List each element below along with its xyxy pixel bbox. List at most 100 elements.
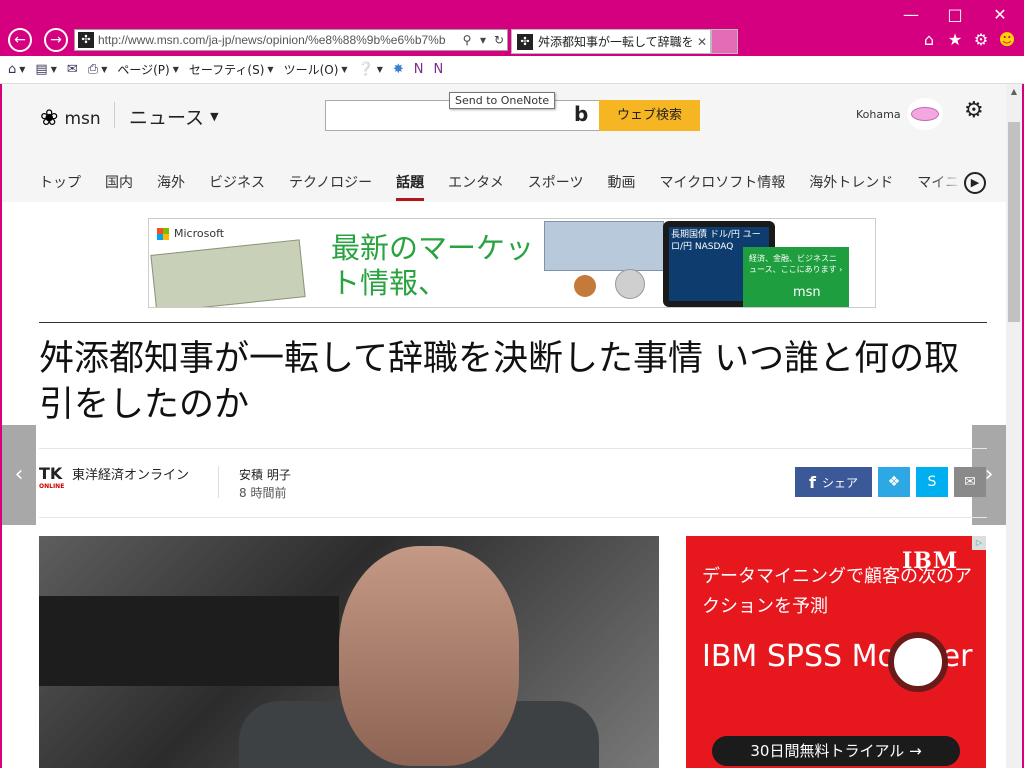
safety-menu-label: セーフティ(S) <box>188 63 265 77</box>
tab-domestic[interactable]: 国内 <box>105 172 133 192</box>
tab-favicon-icon: ✣ <box>517 33 533 50</box>
byline-bottom-rule <box>39 517 987 518</box>
microsoft-banner-ad[interactable]: Microsoft 最新のマーケット情報、 長期国債 ドル/円 ユーロ/円 NA… <box>148 218 876 308</box>
close-window-button[interactable]: ✕ <box>985 4 1015 26</box>
source-logo-sub: ONLINE <box>39 483 65 490</box>
dollar-bill-image <box>150 239 306 307</box>
onenote-linked-button[interactable]: N <box>434 62 444 77</box>
vertical-scrollbar[interactable]: ▲ <box>1006 84 1022 768</box>
tab-video[interactable]: 動画 <box>608 172 636 192</box>
coin-image <box>574 275 596 297</box>
headline-rule <box>39 322 987 323</box>
tab-microsoft-info[interactable]: マイクロソフト情報 <box>660 172 786 192</box>
chevron-down-icon: ▼ <box>341 65 348 74</box>
feedback-smiley-icon[interactable]: ☻ <box>998 30 1016 49</box>
tools-menu[interactable]: ツール(O) ▼ <box>284 61 348 78</box>
extension-icon: ✸ <box>392 62 404 77</box>
header-divider <box>114 102 115 128</box>
page-menu-label: ページ(P) <box>117 63 170 77</box>
close-tab-icon[interactable]: ✕ <box>694 35 710 49</box>
tab-top[interactable]: トップ <box>39 172 81 192</box>
page-menu[interactable]: ページ(P) ▼ <box>117 61 179 78</box>
article-photo[interactable] <box>39 536 659 768</box>
tab-world[interactable]: 海外 <box>157 172 185 192</box>
favorites-star-icon[interactable]: ★ <box>946 30 964 49</box>
banner-headline: 最新のマーケット情報、 <box>331 231 535 300</box>
tabs-fade <box>932 166 962 196</box>
source-logo-text: TK <box>39 464 63 483</box>
section-dropdown[interactable]: ニュース ▼ <box>129 103 219 130</box>
search-icon[interactable]: ⚲ <box>459 33 475 47</box>
maximize-button[interactable]: □ <box>940 4 970 26</box>
tab-topics[interactable]: 話題 <box>396 172 425 201</box>
twitter-icon: ❖ <box>887 474 901 490</box>
byline-top-rule <box>39 448 987 449</box>
browser-tab[interactable]: ✣ 舛添都知事が一転して辞職を... ✕ <box>511 29 711 54</box>
onenote-icon: N <box>413 62 424 77</box>
msn-logo[interactable]: ❀ msn <box>40 106 101 131</box>
tab-title: 舛添都知事が一転して辞職を... <box>538 35 694 49</box>
minimize-button[interactable]: — <box>896 4 926 26</box>
source-logo[interactable]: TK ONLINE <box>39 464 64 490</box>
command-bar: ⌂ ▼ ▤ ▼ ✉ ⎙ ▼ ページ(P) ▼ セーフティ(S) ▼ ツール(O) ▼ ❔ ▼ … <box>0 56 1024 84</box>
avatar[interactable] <box>907 98 943 130</box>
forward-arrow-icon: → <box>50 32 62 48</box>
web-search-button[interactable]: ウェブ検索 <box>599 100 700 131</box>
gear-icon[interactable]: ⚙ <box>964 98 984 123</box>
address-bar[interactable]: ✣ http://www.msn.com/ja-jp/news/opinion/… <box>74 29 508 51</box>
forward-button[interactable]: → <box>44 28 68 52</box>
tab-business[interactable]: ビジネス <box>209 172 265 192</box>
previous-article-button[interactable]: ‹ <box>2 425 36 525</box>
news-tabs: トップ 国内 海外 ビジネス テクノロジー 話題 エンタメ スポーツ 動画 マイ… <box>39 172 959 201</box>
free-trial-button[interactable]: 30日間無料トライアル → <box>712 736 960 766</box>
banner-green-text: 経済、金融、ビジネスニュース、ここにあります › <box>749 254 843 274</box>
new-tab-button[interactable] <box>711 29 738 54</box>
help-menu[interactable]: ❔ ▼ <box>358 62 383 77</box>
publish-time: 8 時間前 <box>239 486 287 500</box>
skype-share-button[interactable]: S <box>916 467 948 497</box>
home-menu[interactable]: ⌂ ▼ <box>8 62 25 77</box>
source-name[interactable]: 東洋経済オンライン <box>72 464 189 483</box>
home-icon: ⌂ <box>8 62 17 77</box>
mail-menu[interactable]: ✉ <box>67 62 78 77</box>
chevron-left-icon: ‹ <box>14 462 24 487</box>
msn-logo-text: msn <box>64 108 101 129</box>
share-label: シェア <box>821 475 858 490</box>
chevron-down-icon: ▼ <box>376 65 383 74</box>
settings-gear-icon[interactable]: ⚙ <box>972 30 990 49</box>
scrollbar-thumb[interactable] <box>1008 122 1020 322</box>
adchoices-icon[interactable]: ▷ <box>972 536 986 550</box>
chevron-right-icon: ▶ <box>970 176 980 189</box>
chevron-down-icon: ▼ <box>172 65 179 74</box>
user-name[interactable]: Kohama <box>856 108 901 121</box>
tabs-next-button[interactable]: ▶ <box>964 172 986 194</box>
email-share-button[interactable]: ✉ <box>954 467 986 497</box>
photo-desk <box>39 596 339 686</box>
site-favicon-icon: ✣ <box>78 32 94 48</box>
ibm-ad[interactable]: ▷ IBM データマイニングで顧客の次のアクションを予測 IBM SPSS Mo… <box>686 536 986 768</box>
safety-menu[interactable]: セーフティ(S) ▼ <box>189 61 274 78</box>
extension-button[interactable]: ✸ <box>393 62 404 77</box>
home-icon[interactable]: ⌂ <box>920 30 938 49</box>
tab-technology[interactable]: テクノロジー <box>289 172 372 192</box>
refresh-icon[interactable]: ↻ <box>491 33 507 47</box>
facebook-share-button[interactable]: f シェア <box>795 467 872 497</box>
print-menu[interactable]: ⎙ ▼ <box>88 62 108 77</box>
onenote-button[interactable]: N <box>414 62 424 77</box>
banner-msn-logo: msn <box>793 285 821 300</box>
feeds-menu[interactable]: ▤ ▼ <box>35 62 56 77</box>
chevron-down-icon: ▼ <box>210 110 219 123</box>
page-content: ❀ msn ニュース ▼ b ウェブ検索 Kohama ⚙ トップ 国内 海外 … <box>2 84 1006 768</box>
scroll-up-icon[interactable]: ▲ <box>1006 84 1022 100</box>
twitter-share-button[interactable]: ❖ <box>878 467 910 497</box>
photo-head <box>339 546 519 766</box>
address-url[interactable]: http://www.msn.com/ja-jp/news/opinion/%e… <box>98 33 459 47</box>
tab-overseas-trends[interactable]: 海外トレンド <box>809 172 893 192</box>
back-arrow-icon: ← <box>14 32 26 48</box>
tab-sports[interactable]: スポーツ <box>528 172 584 192</box>
onenote-tooltip: Send to OneNote <box>449 92 556 109</box>
tab-entertainment[interactable]: エンタメ <box>448 172 504 192</box>
dropdown-arrow-icon[interactable]: ▾ <box>475 33 491 47</box>
back-button[interactable]: ← <box>8 28 32 52</box>
magnifier-chart-icon <box>888 632 948 692</box>
